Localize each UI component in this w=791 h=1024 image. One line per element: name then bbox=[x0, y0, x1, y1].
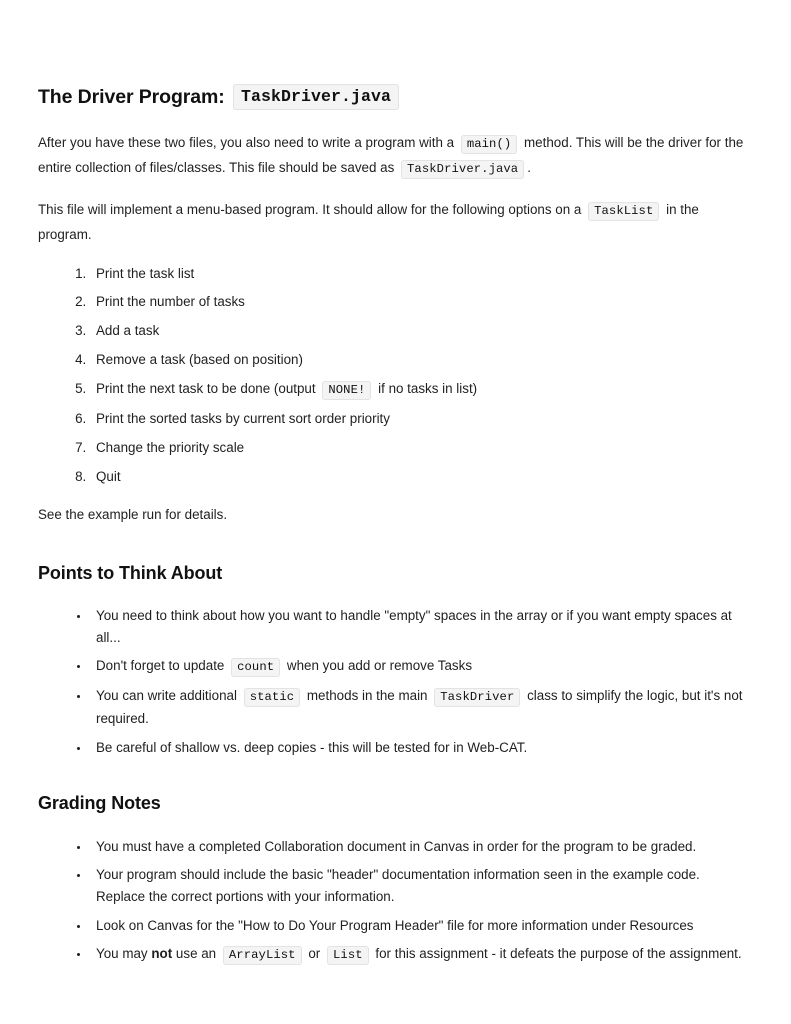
list-item: Add a task bbox=[90, 321, 751, 340]
menu-code-tasklist: TaskList bbox=[588, 201, 660, 221]
menu-option-8: Quit bbox=[96, 469, 121, 485]
grading-item-1: You must have a completed Collaboration … bbox=[96, 838, 697, 854]
list-item: Your program should include the basic "h… bbox=[90, 864, 751, 907]
grading-item-3: Look on Canvas for the "How to Do Your P… bbox=[96, 917, 694, 933]
grading-item-4-part3: or bbox=[308, 946, 321, 962]
menu-option-5-part2: if no tasks in list) bbox=[378, 381, 478, 397]
menu-option-2: Print the number of tasks bbox=[96, 294, 245, 310]
menu-option-3: Add a task bbox=[96, 323, 160, 339]
list-item: Be careful of shallow vs. deep copies - … bbox=[90, 737, 751, 759]
menu-options-list: Print the task list Print the number of … bbox=[38, 264, 751, 487]
menu-option-1: Print the task list bbox=[96, 265, 195, 281]
grading-item-4-emphasis: not bbox=[151, 946, 173, 962]
list-item: You can write additional static methods … bbox=[90, 685, 751, 729]
grading-item-4-part4: for this assignment - it defeats the pur… bbox=[375, 946, 742, 962]
list-item: You may not use an ArrayList or List for… bbox=[90, 943, 751, 966]
points-item-2-part1: Don't forget to update bbox=[96, 658, 225, 674]
points-to-think-about-heading: Points to Think About bbox=[38, 562, 223, 583]
page-title-text: The Driver Program: bbox=[38, 86, 225, 108]
list-item: Quit bbox=[90, 467, 751, 486]
points-item-3-part1: You can write additional bbox=[96, 688, 237, 704]
menu-paragraph: This file will implement a menu-based pr… bbox=[38, 198, 751, 248]
points-list: You need to think about how you want to … bbox=[38, 605, 751, 758]
points-item-2-part2: when you add or remove Tasks bbox=[286, 658, 473, 674]
list-item: Remove a task (based on position) bbox=[90, 350, 751, 369]
grading-item-2: Your program should include the basic "h… bbox=[96, 867, 700, 905]
points-item-1: You need to think about how you want to … bbox=[96, 607, 732, 645]
intro-code-main: main() bbox=[460, 135, 518, 155]
list-item: You need to think about how you want to … bbox=[90, 605, 751, 648]
points-item-3-part2: methods in the main bbox=[306, 688, 428, 704]
list-item: Don't forget to update count when you ad… bbox=[90, 655, 751, 678]
menu-option-5-part1: Print the next task to be done (output bbox=[96, 381, 316, 397]
list-item: Change the priority scale bbox=[90, 438, 751, 457]
list-item: Print the sorted tasks by current sort o… bbox=[90, 409, 751, 428]
intro-text-part1: After you have these two files, you also… bbox=[38, 135, 455, 151]
menu-option-4: Remove a task (based on position) bbox=[96, 352, 303, 368]
example-run-note: See the example run for details. bbox=[38, 506, 228, 522]
list-item: Print the task list bbox=[90, 264, 751, 283]
grading-item-4-part2: use an bbox=[175, 946, 217, 962]
grading-notes-heading: Grading Notes bbox=[38, 793, 161, 814]
menu-option-5-code-none: NONE! bbox=[322, 381, 372, 401]
page-title: The Driver Program: TaskDriver.java bbox=[38, 84, 751, 110]
intro-text-part3: . bbox=[527, 160, 531, 176]
menu-option-7: Change the priority scale bbox=[96, 440, 245, 456]
menu-text-part1: This file will implement a menu-based pr… bbox=[38, 201, 582, 217]
list-item: You must have a completed Collaboration … bbox=[90, 836, 751, 858]
page-title-code: TaskDriver.java bbox=[232, 84, 400, 110]
document-page: The Driver Program: TaskDriver.java Afte… bbox=[0, 0, 791, 1024]
list-item: Print the number of tasks bbox=[90, 292, 751, 311]
points-item-3-code-taskdriver: TaskDriver bbox=[434, 688, 521, 708]
points-item-4: Be careful of shallow vs. deep copies - … bbox=[96, 739, 528, 755]
points-item-2-code-count: count bbox=[231, 658, 281, 678]
grading-notes-list: You must have a completed Collaboration … bbox=[38, 836, 751, 967]
grading-item-4-part1: You may bbox=[96, 946, 148, 962]
menu-option-6: Print the sorted tasks by current sort o… bbox=[96, 411, 390, 427]
list-item: Print the next task to be done (output N… bbox=[90, 379, 751, 401]
intro-code-taskdriver: TaskDriver.java bbox=[401, 160, 525, 180]
list-item: Look on Canvas for the "How to Do Your P… bbox=[90, 915, 751, 937]
grading-item-4-code-list: List bbox=[327, 946, 369, 966]
points-item-3-code-static: static bbox=[243, 688, 301, 708]
intro-paragraph: After you have these two files, you also… bbox=[38, 131, 751, 181]
grading-item-4-code-arraylist: ArrayList bbox=[222, 946, 302, 966]
